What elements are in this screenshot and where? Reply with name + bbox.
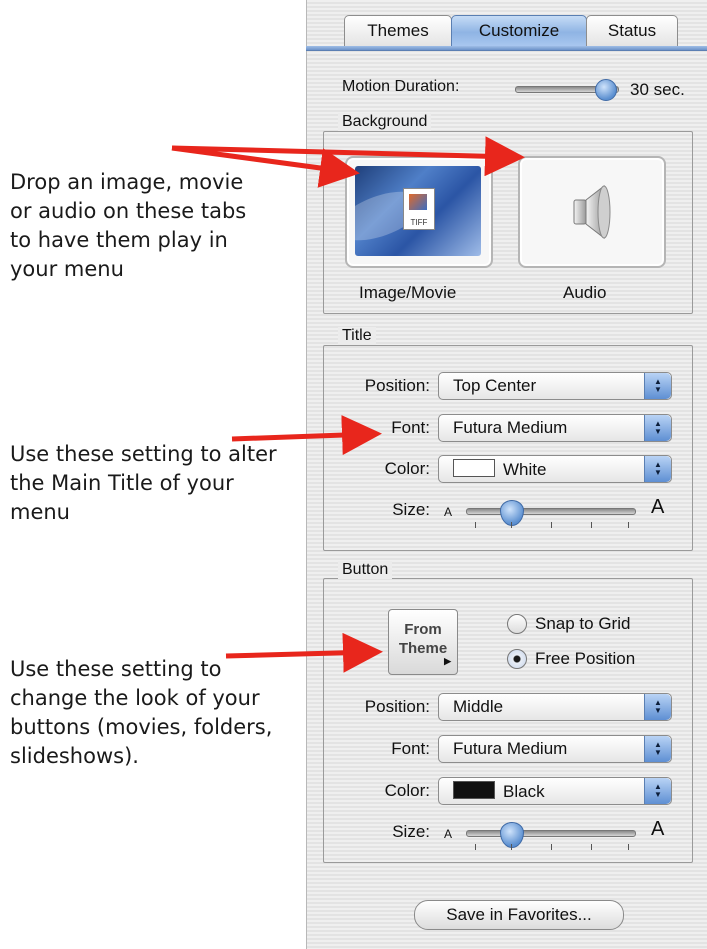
- slider-tick: [591, 844, 592, 850]
- slider-tick: [511, 844, 512, 850]
- snap-to-grid-label: Snap to Grid: [535, 614, 631, 633]
- button-font-value: Futura Medium: [453, 739, 568, 758]
- button-size-slider[interactable]: [466, 830, 636, 837]
- button-color-label: Color:: [384, 781, 430, 800]
- title-size-slider[interactable]: [466, 508, 636, 515]
- button-font-popup[interactable]: Futura Medium ▲ ▼: [438, 735, 672, 763]
- from-theme-button[interactable]: From Theme ▶: [388, 609, 458, 675]
- audio-well[interactable]: [518, 156, 666, 268]
- title-size-large-icon: A: [651, 496, 665, 518]
- button-size-large-icon: A: [651, 818, 665, 840]
- title-color-value: White: [503, 459, 547, 479]
- image-movie-label: Image/Movie: [359, 283, 457, 302]
- popup-arrows-icon: ▲ ▼: [644, 736, 671, 762]
- button-color-value: Black: [503, 781, 545, 801]
- button-size-label: Size:: [392, 822, 430, 841]
- background-annotation: Drop an image, movie or audio on these t…: [10, 170, 247, 281]
- slider-tick: [551, 522, 552, 528]
- snap-to-grid-radio[interactable]: [507, 614, 527, 634]
- title-position-popup[interactable]: Top Center ▲ ▼: [438, 372, 672, 400]
- title-position-value: Top Center: [453, 376, 537, 395]
- tab-customize[interactable]: Customize: [451, 15, 587, 46]
- title-legend: Title: [338, 327, 376, 345]
- free-position-label: Free Position: [535, 649, 636, 668]
- popup-arrows-icon: ▲ ▼: [644, 456, 671, 482]
- popup-arrows-icon: ▲ ▼: [644, 694, 671, 720]
- button-font-label: Font:: [391, 739, 430, 758]
- audio-label: Audio: [563, 283, 607, 302]
- motion-duration-value: 30 sec.: [630, 80, 685, 99]
- popup-arrows-icon: ▲ ▼: [644, 415, 671, 441]
- button-position-popup[interactable]: Middle ▲ ▼: [438, 693, 672, 721]
- tiff-file-icon: TIFF: [403, 188, 435, 230]
- button-color-swatch: [453, 780, 495, 799]
- title-color-swatch: [453, 458, 495, 477]
- image-movie-well[interactable]: TIFF: [345, 156, 493, 268]
- save-in-favorites-button[interactable]: Save in Favorites...: [414, 900, 624, 930]
- button-position-value: Middle: [453, 697, 504, 716]
- tab-themes[interactable]: Themes: [344, 15, 452, 46]
- title-annotation: Use these setting to alter the Main Titl…: [10, 442, 277, 524]
- popup-arrows-icon: ▲ ▼: [644, 778, 671, 804]
- button-size-small-icon: A: [444, 827, 453, 841]
- slider-tick: [628, 844, 629, 850]
- image-preview: TIFF: [355, 166, 481, 256]
- title-font-popup[interactable]: Futura Medium ▲ ▼: [438, 414, 672, 442]
- title-size-label: Size:: [392, 500, 430, 519]
- tiff-badge: TIFF: [410, 218, 428, 227]
- slider-tick: [628, 522, 629, 528]
- tab-bar: Themes Customize Status: [344, 15, 678, 47]
- slider-tick: [511, 522, 512, 528]
- popup-arrows-icon: ▲ ▼: [644, 373, 671, 399]
- title-size-small-icon: A: [444, 505, 453, 519]
- from-theme-line1: From: [404, 621, 442, 638]
- title-font-label: Font:: [391, 418, 430, 437]
- motion-duration-knob[interactable]: [595, 79, 617, 101]
- slider-tick: [475, 522, 476, 528]
- title-color-label: Color:: [384, 459, 430, 478]
- title-position-label: Position:: [364, 376, 430, 395]
- slider-tick: [475, 844, 476, 850]
- button-position-label: Position:: [364, 697, 430, 716]
- speaker-icon: [573, 184, 611, 240]
- button-color-popup[interactable]: Black ▲ ▼: [438, 777, 672, 805]
- tab-status[interactable]: Status: [586, 15, 678, 46]
- motion-duration-label: Motion Duration:: [342, 78, 460, 95]
- free-position-radio[interactable]: [507, 649, 527, 669]
- button-legend: Button: [338, 561, 393, 579]
- disclosure-triangle-icon: ▶: [444, 656, 451, 666]
- slider-tick: [551, 844, 552, 850]
- title-font-value: Futura Medium: [453, 418, 568, 437]
- slider-tick: [591, 522, 592, 528]
- background-legend: Background: [338, 113, 432, 131]
- title-color-popup[interactable]: White ▲ ▼: [438, 455, 672, 483]
- button-annotation: Use these setting to change the look of …: [10, 657, 273, 768]
